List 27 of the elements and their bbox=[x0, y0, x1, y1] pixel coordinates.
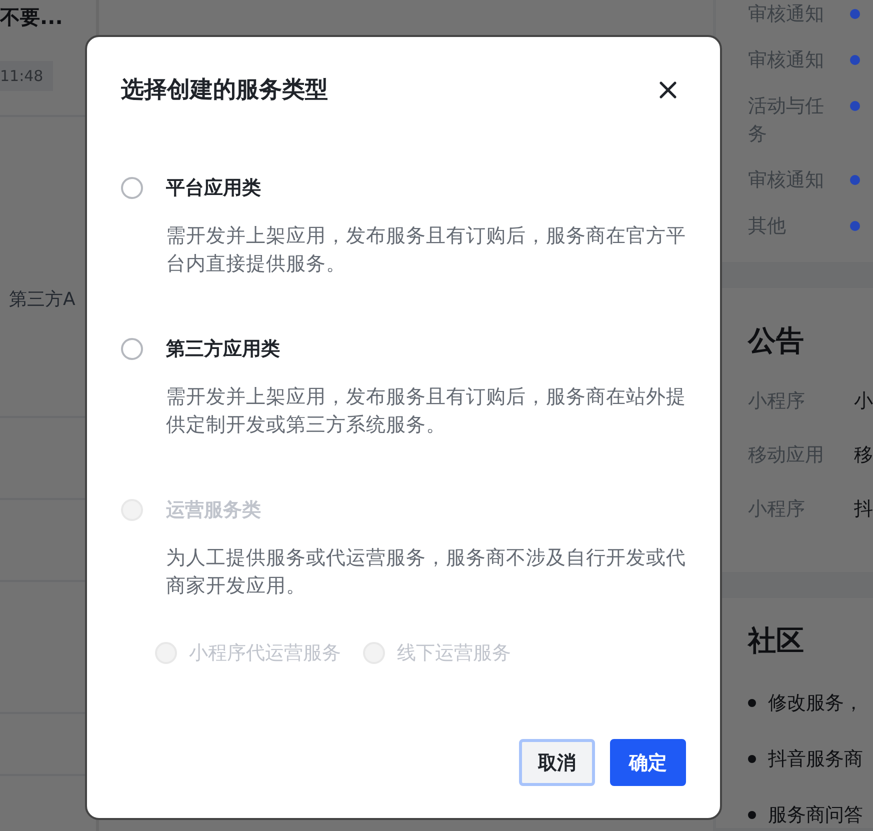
community-post-link[interactable]: 修改服务， bbox=[768, 690, 863, 716]
bullet-icon bbox=[748, 699, 756, 707]
option-description: 需开发并上架应用，发布服务且有订购后，服务商在官方平台内直接提供服务。 bbox=[166, 223, 686, 277]
bullet-icon bbox=[748, 811, 756, 819]
time-chip: 11:48 bbox=[0, 61, 54, 91]
bullet-icon bbox=[748, 755, 756, 763]
radio-button[interactable] bbox=[121, 177, 143, 199]
radio-button[interactable] bbox=[121, 338, 143, 360]
section-heading: 社区 bbox=[748, 623, 805, 659]
announcement-link[interactable]: 移 bbox=[854, 442, 873, 468]
announcement-link[interactable]: 小 bbox=[854, 388, 873, 414]
section-heading: 公告 bbox=[748, 323, 805, 359]
option-description: 为人工提供服务或代运营服务，服务商不涉及自行开发或代商家开发应用。 bbox=[166, 545, 686, 599]
option-label: 平台应用类 bbox=[166, 176, 261, 201]
option-label: 第三方应用类 bbox=[166, 337, 280, 362]
message-snippet: 第三方A bbox=[8, 288, 76, 311]
announcement-link[interactable]: 抖 bbox=[854, 496, 873, 522]
community-post-link[interactable]: 抖音服务商 bbox=[768, 746, 863, 772]
option-description: 需开发并上架应用，发布服务且有订购后，服务商在站外提供定制开发或第三方系统服务。 bbox=[166, 384, 686, 438]
community-post-link[interactable]: 服务商问答 bbox=[768, 802, 863, 828]
cancel-button[interactable]: 取消 bbox=[519, 739, 595, 786]
close-icon bbox=[659, 81, 677, 99]
option-label: 运营服务类 bbox=[166, 498, 261, 523]
dialog-title: 选择创建的服务类型 bbox=[121, 76, 328, 105]
option-label: 线下运营服务 bbox=[397, 641, 511, 666]
confirm-button[interactable]: 确定 bbox=[610, 739, 686, 786]
option-label: 小程序代运营服务 bbox=[189, 641, 341, 666]
